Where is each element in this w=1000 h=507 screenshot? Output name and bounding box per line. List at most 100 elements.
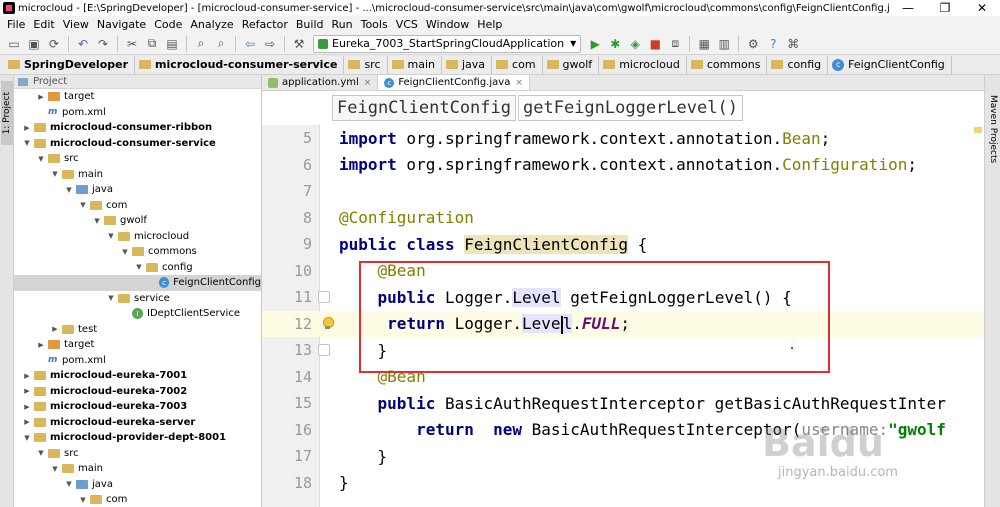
chevron-right-icon[interactable]: ▶ [22,124,32,132]
fold-marker-icon[interactable] [318,344,330,356]
tree-item[interactable]: ▼ com [14,198,261,214]
menu-item-vcs[interactable]: VCS [392,18,422,31]
chevron-down-icon[interactable]: ▼ [92,217,102,225]
menu-item-file[interactable]: File [3,18,29,31]
nav-crumb[interactable]: c FeignClientConfig [828,55,952,74]
help-icon[interactable]: ? [765,36,781,52]
menu-item-analyze[interactable]: Analyze [186,18,237,31]
menu-item-window[interactable]: Window [422,18,473,31]
tree-item[interactable]: m pom.xml [14,105,261,121]
fold-marker-icon[interactable] [318,291,330,303]
chevron-down-icon[interactable]: ▼ [36,155,46,163]
vcs-icon[interactable]: ⌘ [785,36,801,52]
tree-item[interactable]: ▼ java [14,477,261,493]
chevron-right-icon[interactable]: ▶ [50,325,60,333]
chevron-down-icon[interactable]: ▼ [134,263,144,271]
paste-icon[interactable]: ▤ [164,36,180,52]
forward-icon[interactable]: ⇨ [262,36,278,52]
nav-crumb[interactable]: com [492,55,543,74]
minimize-button[interactable]: — [898,1,918,15]
debug-icon[interactable]: ✱ [607,36,623,52]
tree-item[interactable]: ▶ microcloud-eureka-7003 [14,399,261,415]
tree-item[interactable]: ▼ src [14,446,261,462]
tree-item[interactable]: ▶ microcloud-eureka-server [14,415,261,431]
menu-item-view[interactable]: View [59,18,93,31]
chevron-down-icon[interactable]: ▼ [64,186,74,194]
menu-item-code[interactable]: Code [150,18,186,31]
tree-item[interactable]: ▼ java [14,182,261,198]
close-icon[interactable]: × [364,78,372,88]
tree-item[interactable]: ▼ commons [14,244,261,260]
nav-crumb[interactable]: microcloud [599,55,687,74]
menu-item-run[interactable]: Run [328,18,357,31]
chevron-right-icon[interactable]: ▶ [22,372,32,380]
tree-item[interactable]: ▼ main [14,461,261,477]
chevron-down-icon[interactable]: ▼ [50,465,60,473]
stop-icon[interactable]: ■ [647,36,663,52]
maximize-button[interactable]: ❐ [935,1,955,15]
copy-icon[interactable]: ⧉ [144,36,160,52]
nav-crumb[interactable]: microcloud-consumer-service [135,55,345,74]
nav-crumb[interactable]: java [442,55,493,74]
tree-item[interactable]: ▼ service [14,291,261,307]
tree-item[interactable]: c FeignClientConfig [14,275,261,291]
chevron-down-icon[interactable]: ▼ [106,294,116,302]
tree-item[interactable]: I IDeptClientService [14,306,261,322]
nav-crumb[interactable]: gwolf [543,55,600,74]
chevron-down-icon[interactable]: ▼ [64,480,74,488]
tree-item[interactable]: ▼ src [14,151,261,167]
chevron-down-icon[interactable]: ▼ [22,139,32,147]
nav-crumb[interactable]: SpringDeveloper [4,55,136,74]
tree-item[interactable]: ▶ microcloud-eureka-7002 [14,384,261,400]
tree-item[interactable]: ▼ gwolf [14,213,261,229]
open-folder-icon[interactable]: ▭ [6,36,22,52]
tree-item[interactable]: ▼ microcloud-provider-dept-8001 [14,430,261,446]
tree-item[interactable]: ▼ microcloud [14,229,261,245]
menu-item-edit[interactable]: Edit [29,18,58,31]
editor-tab[interactable]: c FeignClientConfig.java × [378,75,530,90]
run-icon[interactable]: ▶ [587,36,603,52]
menu-item-build[interactable]: Build [292,18,328,31]
tree-item[interactable]: ▶ microcloud-consumer-ribbon [14,120,261,136]
project-structure-icon[interactable]: ▦ [696,36,712,52]
menu-item-tools[interactable]: Tools [357,18,392,31]
tree-item[interactable]: ▼ config [14,260,261,276]
find-icon[interactable]: ⌕ [193,36,209,52]
chevron-right-icon[interactable]: ▶ [36,341,46,349]
tree-item[interactable]: m pom.xml [14,353,261,369]
cut-icon[interactable]: ✂ [124,36,140,52]
redo-icon[interactable]: ↷ [95,36,111,52]
nav-crumb[interactable]: config [767,55,829,74]
attach-debugger-icon[interactable]: ⧈ [667,36,683,52]
project-tool-tab[interactable]: 1: Project [1,81,13,145]
tree-item[interactable]: ▼ main [14,167,261,183]
run-configuration-select[interactable]: Eureka_7003_StartSpringCloudApplication … [313,34,582,53]
intention-bulb-icon[interactable] [322,316,334,330]
tree-item[interactable]: ▶ target [14,337,261,353]
chevron-down-icon[interactable]: ▼ [106,232,116,240]
tree-item[interactable]: ▶ target [14,89,261,105]
coverage-icon[interactable]: ◈ [627,36,643,52]
chevron-right-icon[interactable]: ▶ [22,387,32,395]
tree-item[interactable]: ▼ com [14,492,261,507]
nav-crumb[interactable]: main [388,55,442,74]
nav-crumb[interactable]: commons [687,55,768,74]
chevron-down-icon[interactable]: ▼ [22,434,32,442]
replace-icon[interactable]: ⌕ [213,36,229,52]
tree-item[interactable]: ▼ microcloud-consumer-service [14,136,261,152]
tree-item[interactable]: ▶ microcloud-eureka-7001 [14,368,261,384]
sdk-manager-icon[interactable]: ▥ [716,36,732,52]
close-icon[interactable]: × [515,78,523,88]
tree-item[interactable]: ▶ test [14,322,261,338]
maven-projects-tool-tab[interactable]: Maven Projects [987,89,999,169]
chevron-right-icon[interactable]: ▶ [22,403,32,411]
close-button[interactable]: ✕ [972,1,992,15]
back-icon[interactable]: ⇦ [242,36,258,52]
undo-icon[interactable]: ↶ [75,36,91,52]
chevron-right-icon[interactable]: ▶ [22,418,32,426]
breadcrumb-class[interactable]: FeignClientConfig [332,95,516,121]
settings-icon[interactable]: ⚙ [745,36,761,52]
menu-item-refactor[interactable]: Refactor [238,18,292,31]
chevron-right-icon[interactable]: ▶ [36,93,46,101]
chevron-down-icon[interactable]: ▼ [78,496,88,504]
